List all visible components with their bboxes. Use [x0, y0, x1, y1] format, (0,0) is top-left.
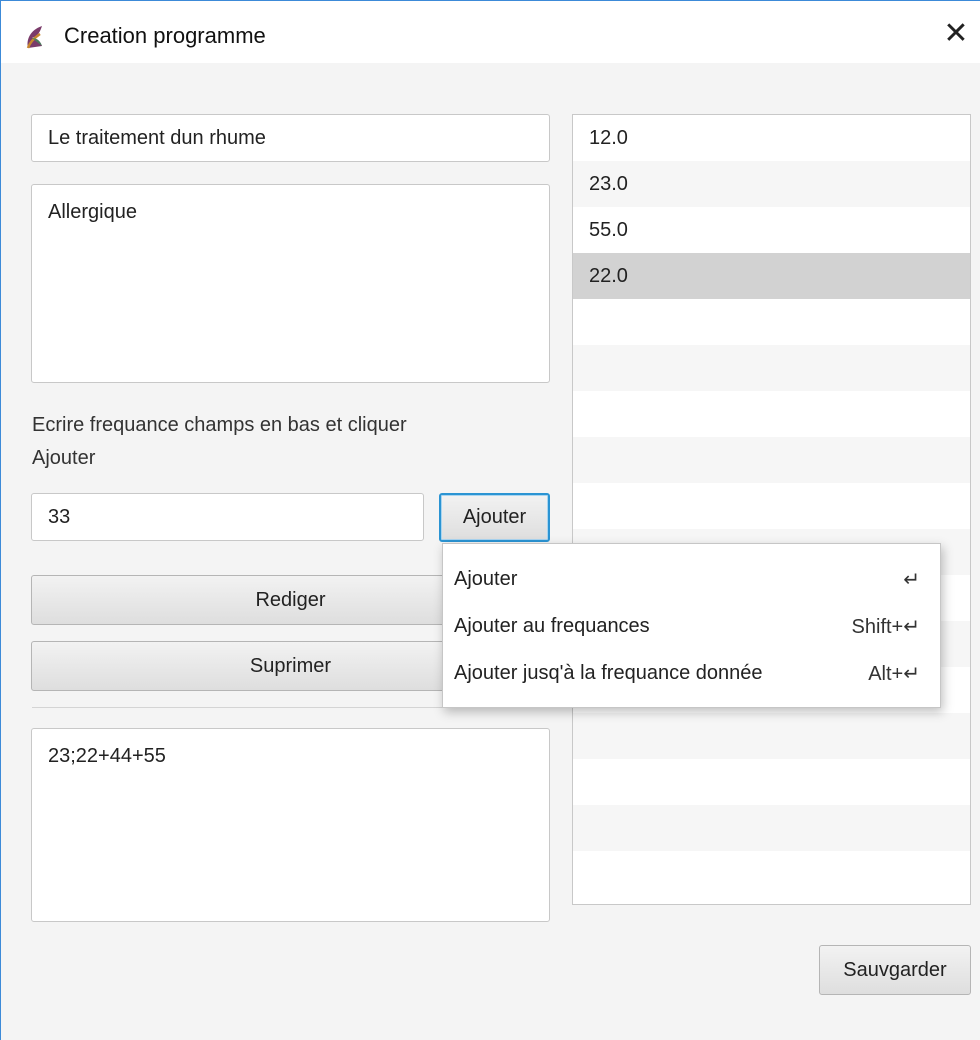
frequency-list-empty-row — [573, 391, 970, 437]
frequency-list-empty-row — [573, 851, 970, 897]
frequency-list-empty-row — [573, 299, 970, 345]
frequency-list-empty-row — [573, 345, 970, 391]
frequency-list[interactable]: 12.0 23.0 55.0 22.0 — [572, 114, 971, 905]
instruction-label: Ecrire frequance champs en bas et clique… — [32, 414, 407, 469]
add-context-menu: Ajouter ↵ Ajouter au frequances Shift+↵ Ajou… — [442, 543, 941, 708]
frequency-list-empty-row — [573, 759, 970, 805]
frequency-output-textarea[interactable]: 23;22+44+55 — [31, 728, 550, 922]
frequency-list-item[interactable]: 23.0 — [573, 161, 970, 207]
menu-item[interactable]: Ajouter ↵ — [443, 556, 940, 603]
dialog-window: Creation programme ✕ Le traitement dun r… — [0, 0, 980, 1040]
save-button[interactable]: Sauvgarder — [819, 945, 971, 995]
frequency-list-item[interactable]: 22.0 — [573, 253, 970, 299]
program-name-field[interactable]: Le traitement dun rhume — [31, 114, 550, 162]
frequency-list-empty-row — [573, 437, 970, 483]
description-textarea[interactable]: Allergique — [31, 184, 550, 383]
frequency-list-item[interactable]: 55.0 — [573, 207, 970, 253]
frequency-input[interactable]: 33 — [31, 493, 424, 541]
feather-app-icon — [26, 26, 42, 49]
menu-item[interactable]: Ajouter jusq'à la frequance donnée Alt+↵ — [443, 650, 940, 697]
title-bar: Creation programme ✕ — [1, 1, 980, 63]
frequency-list-empty-row — [573, 805, 970, 851]
menu-item-accelerator: Shift+↵ — [851, 616, 920, 638]
frequency-list-item[interactable]: 12.0 — [573, 115, 970, 161]
close-icon[interactable]: ✕ — [939, 17, 973, 51]
frequency-list-empty-row — [573, 713, 970, 759]
menu-item-label: Ajouter au frequances — [454, 615, 650, 637]
add-button[interactable]: Ajouter — [439, 493, 550, 542]
menu-item-accelerator: Alt+↵ — [868, 663, 920, 685]
frequency-list-empty-row — [573, 483, 970, 529]
menu-item-label: Ajouter — [454, 568, 518, 590]
menu-item-accelerator: ↵ — [903, 569, 920, 591]
menu-item[interactable]: Ajouter au frequances Shift+↵ — [443, 603, 940, 650]
menu-item-label: Ajouter jusq'à la frequance donnée — [454, 662, 763, 684]
window-title: Creation programme — [64, 23, 266, 48]
